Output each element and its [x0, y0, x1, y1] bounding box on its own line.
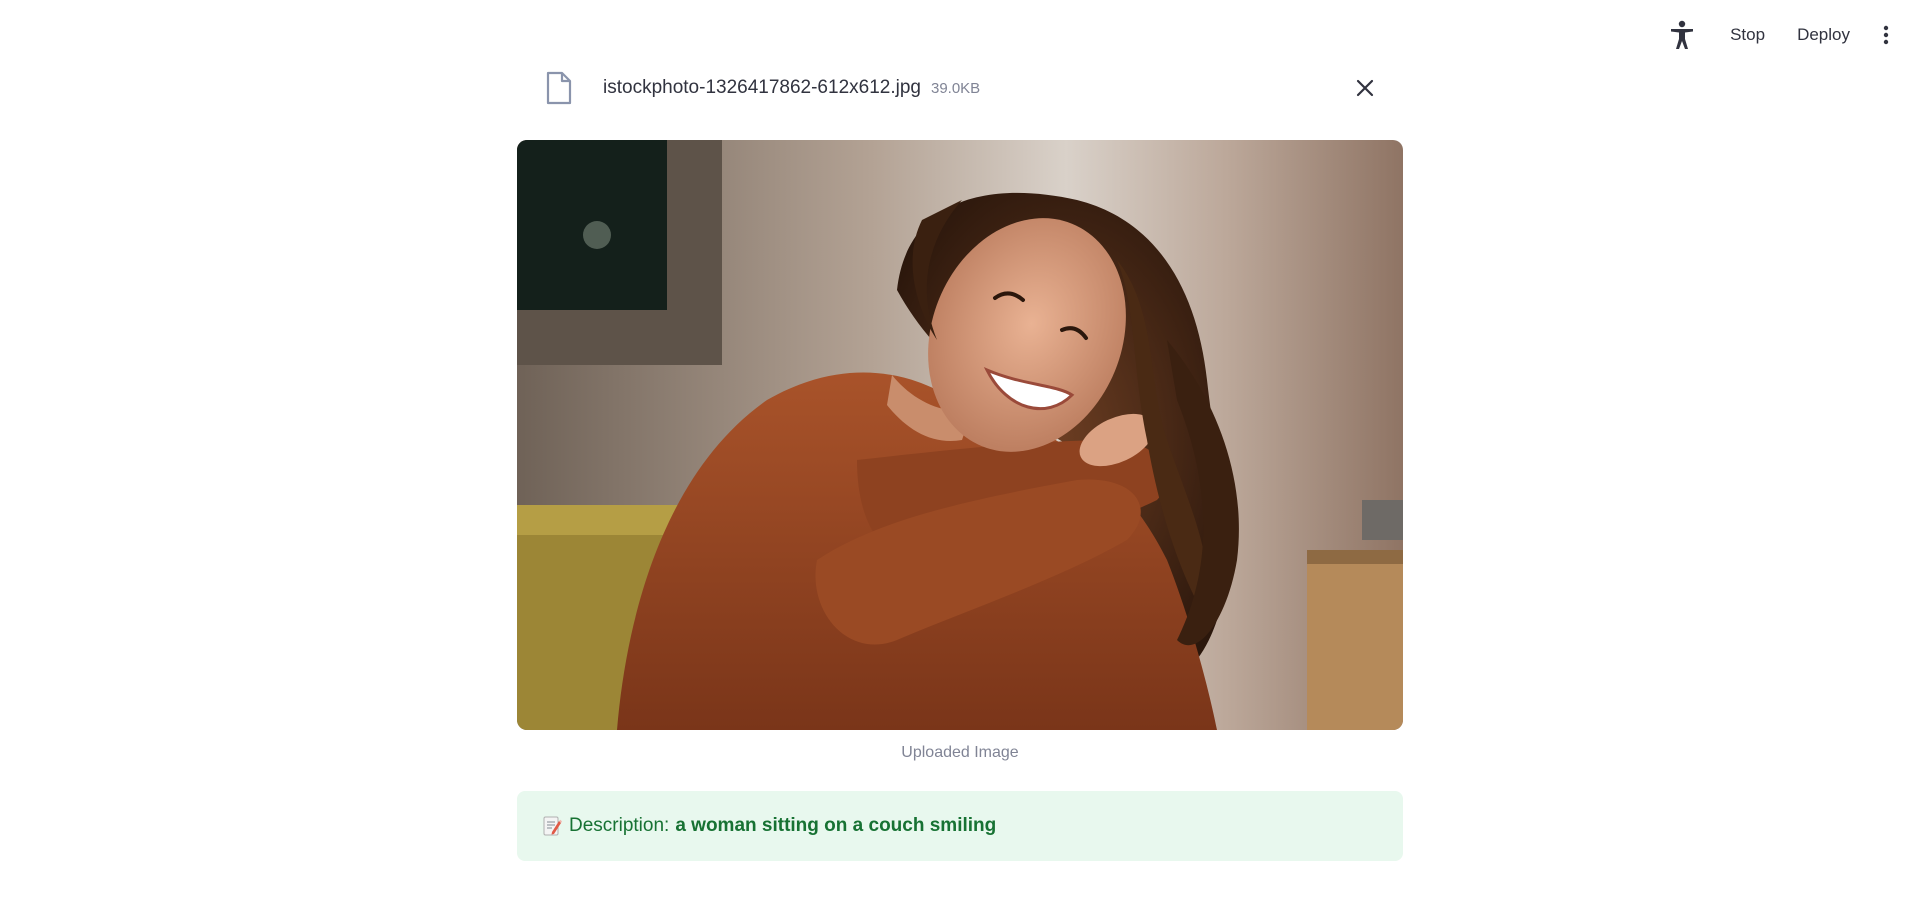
memo-icon	[541, 815, 563, 837]
file-size: 39.0KB	[930, 79, 981, 97]
running-person-icon[interactable]	[1662, 15, 1702, 55]
description-alert: Description: a woman sitting on a couch …	[517, 791, 1403, 861]
app-toolbar: Stop Deploy	[1662, 0, 1918, 70]
description-text: a woman sitting on a couch smiling	[675, 815, 997, 836]
file-icon	[539, 68, 579, 108]
image-caption: Uploaded Image	[901, 744, 1019, 761]
uploaded-image	[517, 140, 1403, 730]
description-label: Description:	[569, 815, 670, 836]
close-icon[interactable]	[1349, 72, 1381, 104]
deploy-button[interactable]: Deploy	[1781, 17, 1866, 53]
file-name: istockphoto-1326417862-612x612.jpg	[603, 77, 921, 98]
vertical-ellipsis-icon[interactable]	[1872, 15, 1900, 55]
uploaded-file-row: istockphoto-1326417862-612x612.jpg 39.0K…	[517, 64, 1403, 112]
stop-button[interactable]: Stop	[1714, 17, 1781, 53]
